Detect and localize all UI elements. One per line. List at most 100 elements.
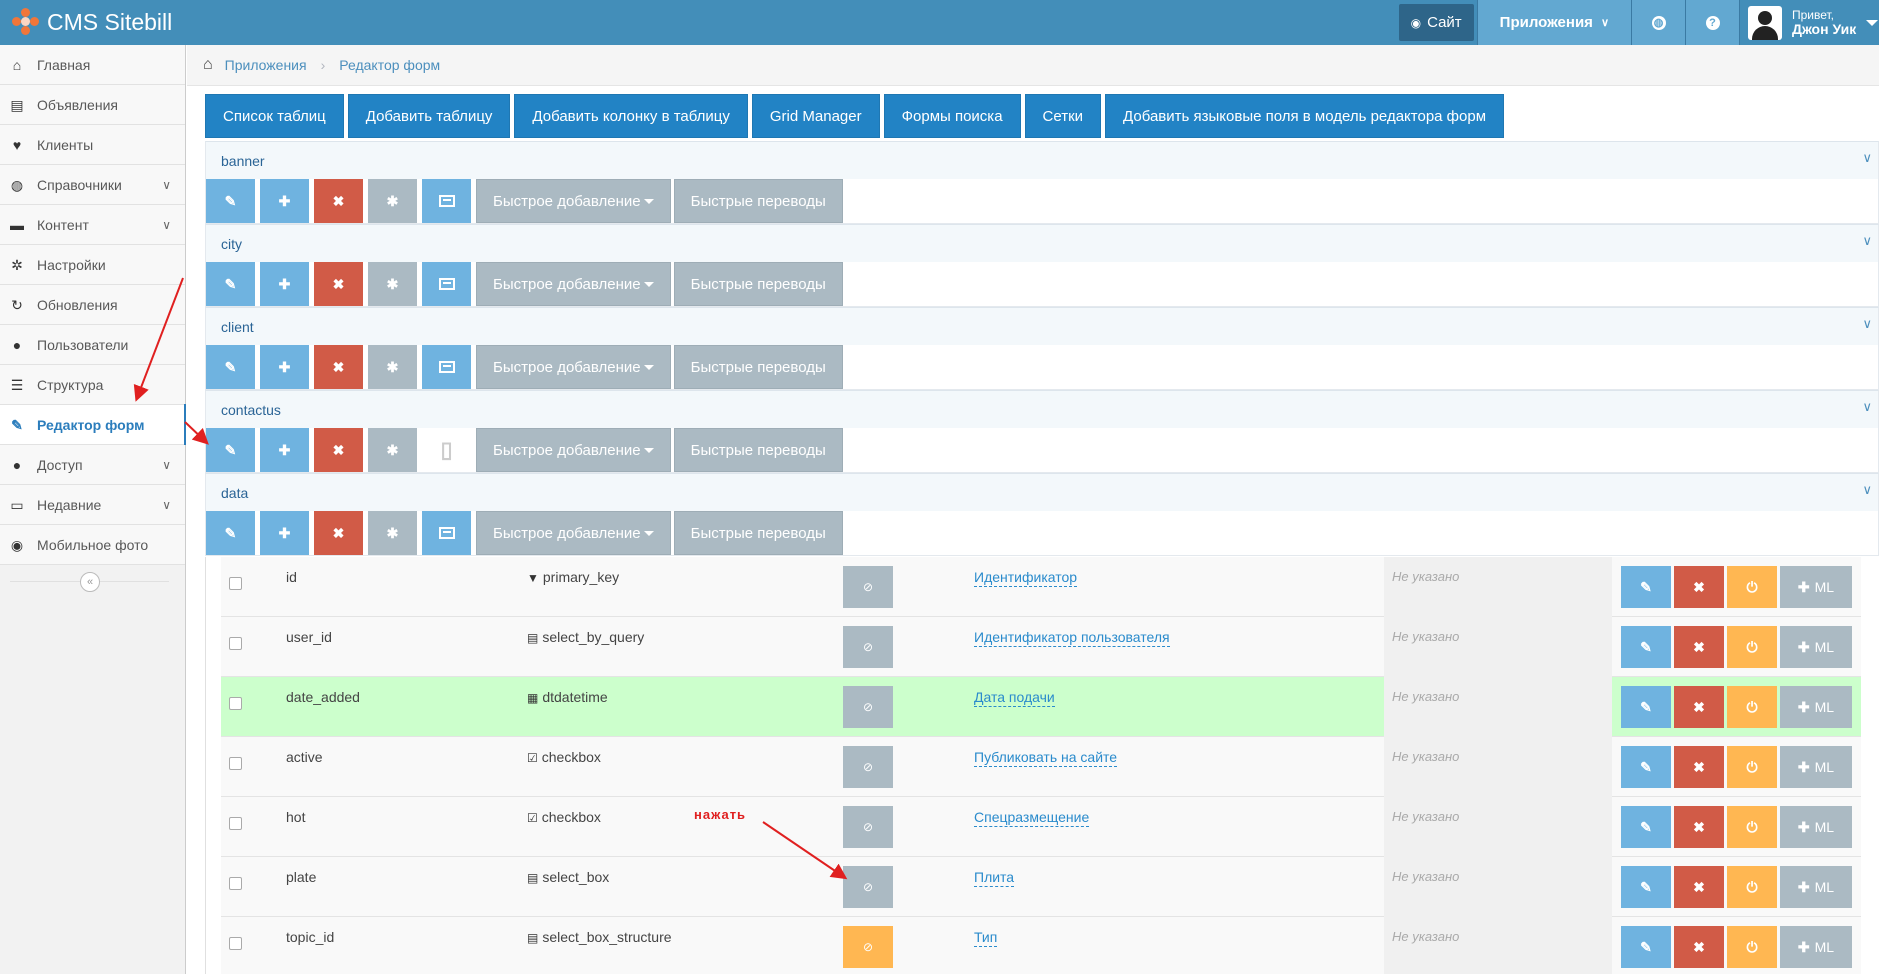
tab-2[interactable]: Добавить колонку в таблицу [514, 94, 748, 138]
add-column-button[interactable]: ✚ [260, 511, 309, 555]
field-title-link[interactable]: Тип [974, 929, 998, 947]
delete-field-button[interactable]: ✖ [1674, 926, 1724, 968]
toggle-visibility-button[interactable]: ⊘ [843, 626, 893, 668]
sidebar-item-3[interactable]: ◍ Справочники ∨ [0, 165, 185, 205]
tab-4[interactable]: Формы поиска [883, 94, 1021, 138]
table-panel-header[interactable]: client ∨ [206, 308, 1878, 345]
add-ml-button[interactable]: ✚ ML [1780, 806, 1852, 848]
edit-field-button[interactable]: ✎ [1621, 686, 1671, 728]
table-panel-header[interactable]: banner ∨ [206, 142, 1878, 179]
table-panel-header[interactable]: city ∨ [206, 225, 1878, 262]
field-title-link[interactable]: Дата подачи [974, 689, 1055, 707]
edit-field-button[interactable]: ✎ [1621, 746, 1671, 788]
sidebar-item-7[interactable]: ● Пользователи [0, 325, 185, 365]
add-column-button[interactable]: ✚ [260, 345, 309, 389]
power-button[interactable]: ⏻ [1727, 926, 1777, 968]
quick-add-button[interactable]: Быстрое добавление [476, 428, 671, 472]
table-panel-header[interactable]: data ∨ [206, 474, 1878, 511]
edit-table-button[interactable]: ✎ [206, 179, 255, 223]
quick-translate-button[interactable]: Быстрые переводы [673, 428, 843, 472]
list-button[interactable] [422, 179, 471, 223]
edit-table-button[interactable]: ✎ [206, 511, 255, 555]
tab-0[interactable]: Список таблиц [205, 94, 344, 138]
delete-field-button[interactable]: ✖ [1674, 746, 1724, 788]
toggle-visibility-button[interactable]: ⊘ [843, 746, 893, 788]
edit-field-button[interactable]: ✎ [1621, 866, 1671, 908]
brand[interactable]: CMS Sitebill [12, 8, 172, 36]
sidebar-item-5[interactable]: ✲ Настройки [0, 245, 185, 285]
delete-table-button[interactable]: ✖ [314, 428, 363, 472]
quick-add-button[interactable]: Быстрое добавление [476, 262, 671, 306]
edit-table-button[interactable]: ✎ [206, 345, 255, 389]
list-button[interactable] [422, 345, 471, 389]
sidebar-item-11[interactable]: ▭ Недавние ∨ [0, 485, 185, 525]
edit-field-button[interactable]: ✎ [1621, 626, 1671, 668]
row-checkbox[interactable] [229, 757, 242, 770]
tab-5[interactable]: Сетки [1024, 94, 1102, 138]
chevron-down-icon[interactable]: ∨ [1862, 316, 1872, 332]
help-button[interactable]: ? [1685, 0, 1739, 45]
row-checkbox[interactable] [229, 817, 242, 830]
power-button[interactable]: ⏻ [1727, 806, 1777, 848]
tab-6[interactable]: Добавить языковые поля в модель редактор… [1105, 94, 1505, 138]
power-button[interactable]: ⏻ [1727, 686, 1777, 728]
collapse-sidebar-icon[interactable]: « [80, 572, 100, 592]
add-ml-button[interactable]: ✚ ML [1780, 746, 1852, 788]
settings-button[interactable]: ✱ [368, 262, 417, 306]
sidebar-item-8[interactable]: ☰ Структура [0, 365, 185, 405]
add-column-button[interactable]: ✚ [260, 262, 309, 306]
field-title-link[interactable]: Публиковать на сайте [974, 749, 1118, 767]
toggle-visibility-button[interactable]: ⊘ [843, 926, 893, 968]
settings-button[interactable]: ✱ [368, 428, 417, 472]
power-button[interactable]: ⏻ [1727, 626, 1777, 668]
field-title-link[interactable]: Идентификатор [974, 569, 1078, 587]
quick-add-button[interactable]: Быстрое добавление [476, 511, 671, 555]
home-icon[interactable]: ⌂ [203, 56, 213, 74]
sidebar-item-9[interactable]: ✎ Редактор форм [0, 404, 186, 445]
quick-translate-button[interactable]: Быстрые переводы [673, 345, 843, 389]
sidebar-item-4[interactable]: ▬ Контент ∨ [0, 205, 185, 245]
tab-3[interactable]: Grid Manager [751, 94, 880, 138]
apps-menu-button[interactable]: Приложения ∨ [1476, 0, 1631, 45]
delete-field-button[interactable]: ✖ [1674, 866, 1724, 908]
settings-button[interactable]: ✱ [368, 179, 417, 223]
chevron-down-icon[interactable]: ∨ [1862, 233, 1872, 249]
sidebar-item-6[interactable]: ↻ Обновления [0, 285, 185, 325]
edit-field-button[interactable]: ✎ [1621, 926, 1671, 968]
power-button[interactable]: ⏻ [1727, 566, 1777, 608]
site-button[interactable]: ◉ Сайт [1398, 4, 1474, 41]
list-button[interactable] [422, 511, 471, 555]
quick-add-button[interactable]: Быстрое добавление [476, 179, 671, 223]
add-ml-button[interactable]: ✚ ML [1780, 686, 1852, 728]
power-button[interactable]: ⏻ [1727, 866, 1777, 908]
edit-table-button[interactable]: ✎ [206, 262, 255, 306]
list-button[interactable] [422, 262, 471, 306]
edit-field-button[interactable]: ✎ [1621, 566, 1671, 608]
settings-button[interactable]: ✱ [368, 345, 417, 389]
edit-field-button[interactable]: ✎ [1621, 806, 1671, 848]
delete-table-button[interactable]: ✖ [314, 511, 363, 555]
breadcrumb-link-apps[interactable]: Приложения [225, 57, 307, 73]
delete-field-button[interactable]: ✖ [1674, 806, 1724, 848]
sidebar-item-1[interactable]: ▤ Объявления [0, 85, 185, 125]
row-checkbox[interactable] [229, 577, 242, 590]
add-ml-button[interactable]: ✚ ML [1780, 866, 1852, 908]
chevron-down-icon[interactable]: ∨ [1862, 399, 1872, 415]
add-column-button[interactable]: ✚ [260, 428, 309, 472]
toggle-visibility-button[interactable]: ⊘ [843, 566, 893, 608]
user-menu[interactable]: Привет, Джон Уик [1739, 0, 1879, 45]
row-checkbox[interactable] [229, 637, 242, 650]
quick-translate-button[interactable]: Быстрые переводы [673, 511, 843, 555]
field-title-link[interactable]: Плита [974, 869, 1015, 887]
delete-field-button[interactable]: ✖ [1674, 566, 1724, 608]
sidebar-item-12[interactable]: ◉ Мобильное фото [0, 525, 185, 565]
delete-field-button[interactable]: ✖ [1674, 626, 1724, 668]
toggle-visibility-button[interactable]: ⊘ [843, 806, 893, 848]
quick-add-button[interactable]: Быстрое добавление [476, 345, 671, 389]
tab-1[interactable]: Добавить таблицу [347, 94, 511, 138]
table-panel-header[interactable]: contactus ∨ [206, 391, 1878, 428]
row-checkbox[interactable] [229, 697, 242, 710]
field-title-link[interactable]: Идентификатор пользователя [974, 629, 1170, 647]
settings-button[interactable]: ✱ [368, 511, 417, 555]
add-column-button[interactable]: ✚ [260, 179, 309, 223]
